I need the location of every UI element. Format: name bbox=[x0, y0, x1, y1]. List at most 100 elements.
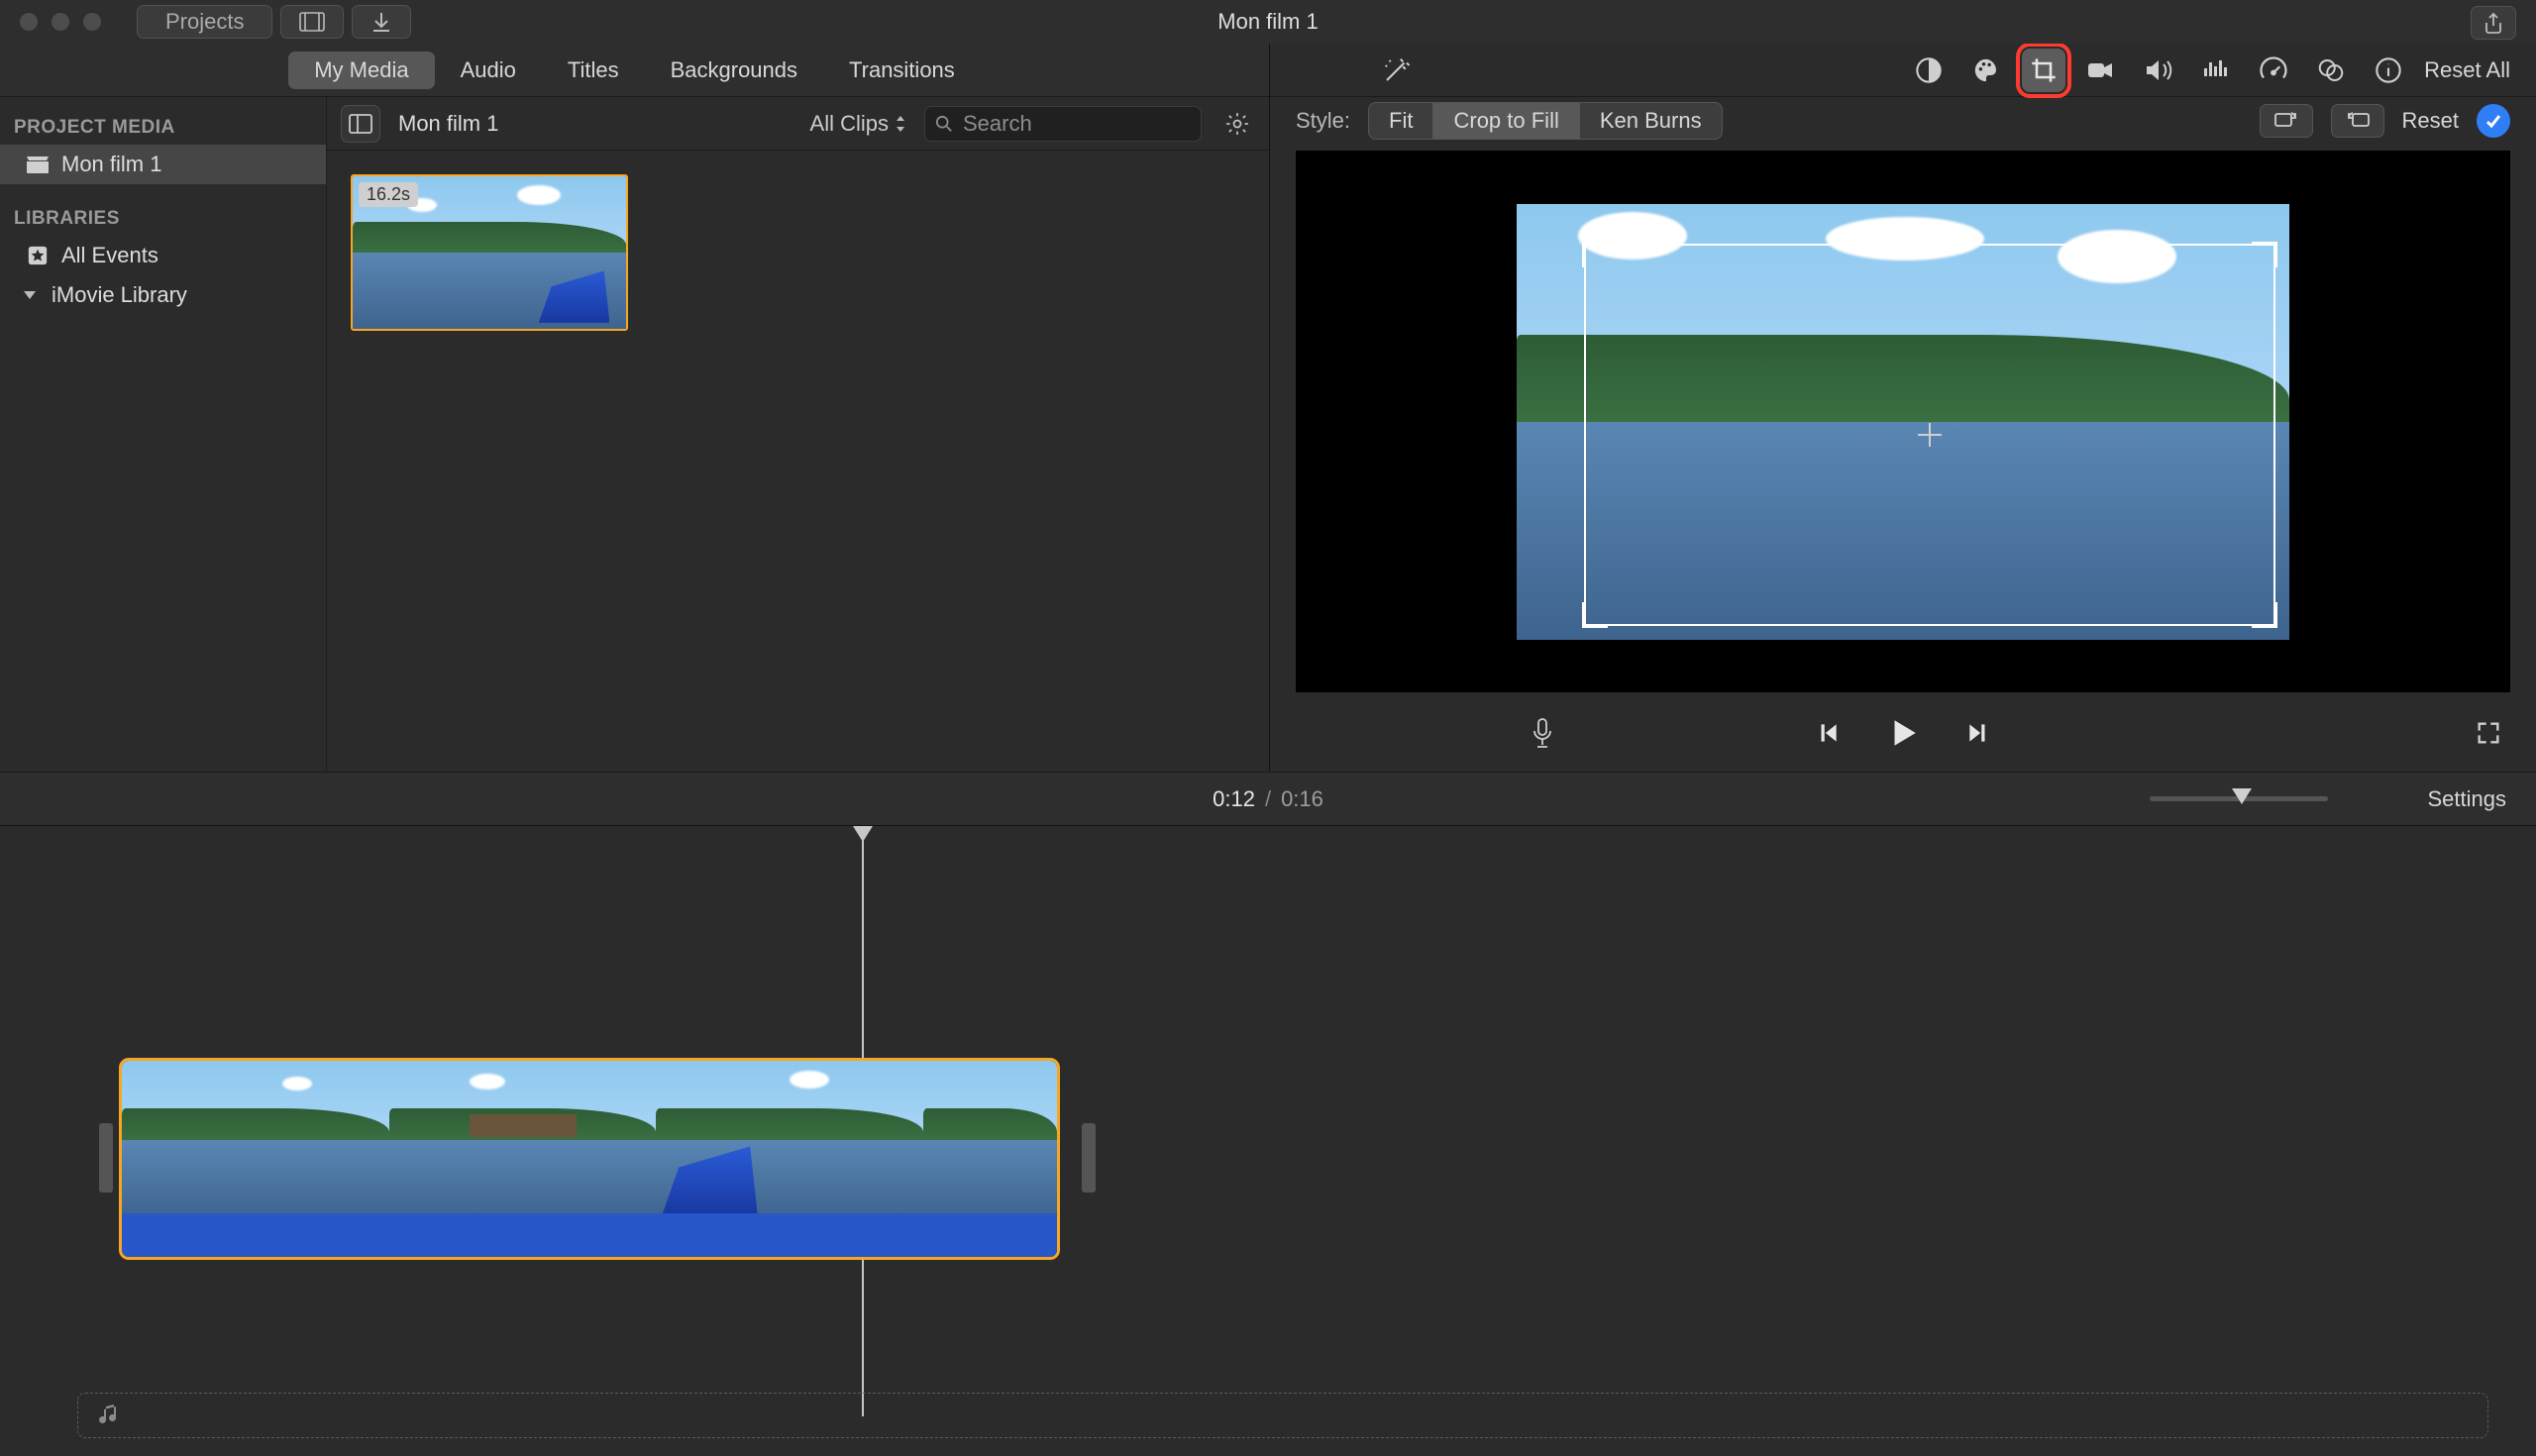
clip-filter-dropdown[interactable]: All Clips bbox=[810, 111, 906, 137]
crop-apply-button[interactable] bbox=[2477, 104, 2510, 138]
zoom-window-icon[interactable] bbox=[83, 13, 101, 31]
play-icon bbox=[1886, 716, 1920, 750]
clapperboard-icon bbox=[26, 156, 50, 173]
inspector-toolbar: Reset All bbox=[1270, 44, 2536, 97]
timecode-bar: 0:12 / 0:16 Settings bbox=[0, 773, 2536, 826]
crop-handle-bl[interactable] bbox=[1582, 602, 1608, 628]
tab-audio[interactable]: Audio bbox=[435, 52, 542, 89]
half-circle-icon bbox=[1915, 56, 1943, 84]
speedometer-icon bbox=[2259, 55, 2288, 85]
crop-rectangle[interactable] bbox=[1584, 244, 2275, 626]
libraries-header: LIBRARIES bbox=[0, 198, 326, 236]
sidebar-all-events-label: All Events bbox=[61, 243, 158, 268]
zoom-thumb-icon[interactable] bbox=[2232, 788, 2252, 804]
traffic-lights bbox=[20, 13, 101, 31]
tab-titles[interactable]: Titles bbox=[542, 52, 645, 89]
clip-audio-lane[interactable] bbox=[122, 1213, 1057, 1257]
stabilization-button[interactable] bbox=[2079, 49, 2123, 92]
clip-trim-handle-left[interactable] bbox=[99, 1123, 113, 1193]
projects-button[interactable]: Projects bbox=[137, 5, 272, 39]
seg-crop-to-fill[interactable]: Crop to Fill bbox=[1433, 103, 1579, 139]
timecode-display: 0:12 / 0:16 bbox=[1213, 786, 1323, 812]
crop-handle-tl[interactable] bbox=[1582, 242, 1608, 267]
browser-breadcrumb: Mon film 1 bbox=[398, 111, 498, 137]
seg-ken-burns[interactable]: Ken Burns bbox=[1580, 103, 1722, 139]
share-button[interactable] bbox=[2471, 6, 2516, 40]
speaker-icon bbox=[2144, 57, 2173, 83]
timeline[interactable] bbox=[0, 826, 2536, 1456]
disclosure-caret-icon[interactable] bbox=[24, 291, 36, 299]
tab-my-media[interactable]: My Media bbox=[288, 52, 434, 89]
reset-all-button[interactable]: Reset All bbox=[2424, 57, 2510, 83]
rotate-cw-icon bbox=[2344, 110, 2372, 132]
fullscreen-button[interactable] bbox=[2475, 719, 2502, 747]
import-button[interactable] bbox=[352, 5, 411, 39]
library-column: My Media Audio Titles Backgrounds Transi… bbox=[0, 44, 1270, 772]
equalizer-icon bbox=[2202, 58, 2230, 82]
speed-button[interactable] bbox=[2252, 49, 2295, 92]
clip-thumbnail[interactable]: 16.2s bbox=[351, 174, 628, 331]
timeline-settings-button[interactable]: Settings bbox=[2428, 786, 2507, 812]
skip-back-icon bbox=[1815, 720, 1841, 746]
search-input[interactable]: Search bbox=[924, 106, 1202, 142]
library-tabs: My Media Audio Titles Backgrounds Transi… bbox=[0, 44, 1269, 97]
search-icon bbox=[935, 115, 953, 133]
browser-clip-area[interactable]: 16.2s bbox=[327, 151, 1269, 772]
film-strip-icon bbox=[299, 12, 325, 32]
color-palette-icon bbox=[1971, 55, 2001, 85]
close-window-icon[interactable] bbox=[20, 13, 38, 31]
voiceover-button[interactable] bbox=[1530, 717, 1555, 749]
tab-backgrounds[interactable]: Backgrounds bbox=[645, 52, 823, 89]
crop-reset-button[interactable]: Reset bbox=[2402, 108, 2459, 134]
crop-handle-tr[interactable] bbox=[2252, 242, 2277, 267]
play-button[interactable] bbox=[1886, 716, 1920, 750]
music-note-icon bbox=[98, 1404, 120, 1427]
seg-fit[interactable]: Fit bbox=[1369, 103, 1433, 139]
clip-duration-badge: 16.2s bbox=[359, 182, 418, 207]
viewer-canvas[interactable] bbox=[1296, 151, 2510, 692]
color-balance-button[interactable] bbox=[1907, 49, 1951, 92]
rotate-ccw-button[interactable] bbox=[2260, 104, 2313, 138]
volume-button[interactable] bbox=[2137, 49, 2180, 92]
crop-handle-br[interactable] bbox=[2252, 602, 2277, 628]
import-arrow-down-icon bbox=[370, 11, 392, 33]
info-icon bbox=[2375, 56, 2402, 84]
next-frame-button[interactable] bbox=[1965, 720, 1991, 746]
search-placeholder: Search bbox=[963, 111, 1032, 137]
prev-frame-button[interactable] bbox=[1815, 720, 1841, 746]
info-button[interactable] bbox=[2367, 49, 2410, 92]
upper-panes: My Media Audio Titles Backgrounds Transi… bbox=[0, 44, 2536, 773]
color-correction-button[interactable] bbox=[1964, 49, 2008, 92]
clip-frames bbox=[122, 1061, 1057, 1219]
library-view-toggle[interactable] bbox=[280, 5, 344, 39]
music-drop-zone[interactable] bbox=[77, 1393, 2488, 1438]
timeline-zoom-slider[interactable] bbox=[2150, 796, 2328, 801]
rotate-cw-button[interactable] bbox=[2331, 104, 2384, 138]
sidebar-panel-icon bbox=[349, 114, 372, 134]
clip-trim-handle-right[interactable] bbox=[1082, 1123, 1096, 1193]
titlebar: Projects Mon film 1 bbox=[0, 0, 2536, 44]
noise-reduction-button[interactable] bbox=[2194, 49, 2238, 92]
zoom-track[interactable] bbox=[2150, 796, 2328, 801]
rotate-ccw-icon bbox=[2272, 110, 2300, 132]
minimize-window-icon[interactable] bbox=[52, 13, 69, 31]
sidebar-item-imovie-library[interactable]: iMovie Library bbox=[0, 275, 326, 315]
browser-settings-button[interactable] bbox=[1219, 106, 1255, 142]
clip-filter-button[interactable] bbox=[2309, 49, 2353, 92]
up-down-chevron-icon bbox=[895, 116, 906, 132]
tab-transitions[interactable]: Transitions bbox=[823, 52, 981, 89]
magic-wand-icon bbox=[1382, 55, 1412, 85]
library-sidebar: PROJECT MEDIA Mon film 1 LIBRARIES All E… bbox=[0, 97, 327, 772]
check-icon bbox=[2483, 111, 2503, 131]
sidebar-item-project[interactable]: Mon film 1 bbox=[0, 145, 326, 184]
timecode-duration: 0:16 bbox=[1281, 786, 1323, 812]
crop-button[interactable] bbox=[2022, 49, 2065, 92]
project-media-header: PROJECT MEDIA bbox=[0, 107, 326, 145]
toggle-sidebar-button[interactable] bbox=[341, 105, 380, 143]
enhance-button[interactable] bbox=[1375, 49, 1419, 92]
gear-icon bbox=[1224, 111, 1250, 137]
timeline-clip[interactable] bbox=[119, 1058, 1060, 1260]
window-title: Mon film 1 bbox=[1217, 9, 1318, 35]
sidebar-item-all-events[interactable]: All Events bbox=[0, 236, 326, 275]
timecode-current: 0:12 bbox=[1213, 786, 1255, 812]
